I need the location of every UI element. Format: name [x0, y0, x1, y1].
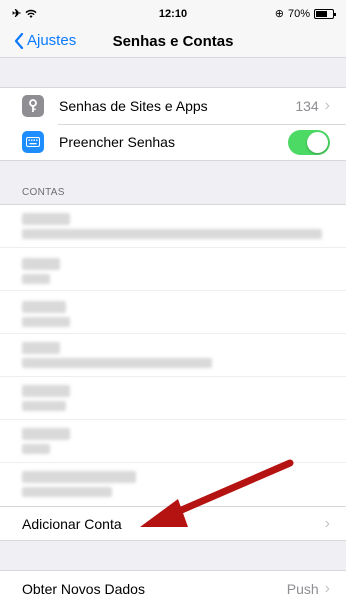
toggle-knob	[307, 131, 328, 153]
fetch-new-data-label: Obter Novos Dados	[22, 580, 145, 597]
fetch-mode-value: Push	[286, 580, 319, 597]
add-account-label: Adicionar Conta	[22, 515, 122, 532]
autofill-passwords-row: Preencher Senhas	[0, 124, 346, 160]
passwords-group: Senhas de Sites e Apps 134 › Preencher S…	[0, 87, 346, 161]
account-item[interactable]	[0, 334, 346, 377]
sites-apps-passwords-row[interactable]: Senhas de Sites e Apps 134 ›	[0, 88, 346, 124]
account-item[interactable]	[0, 205, 346, 248]
sites-apps-label: Senhas de Sites e Apps	[59, 98, 208, 114]
key-icon	[22, 95, 44, 117]
keyboard-icon	[22, 131, 44, 153]
account-item[interactable]	[0, 377, 346, 420]
passwords-count: 134	[295, 98, 319, 114]
autofill-toggle[interactable]	[288, 129, 330, 155]
account-item[interactable]	[0, 420, 346, 463]
chevron-right-icon: ›	[324, 97, 330, 114]
alarm-icon: ⊕	[274, 8, 284, 20]
account-item[interactable]	[0, 463, 346, 506]
fetch-new-data-row[interactable]: Obter Novos Dados Push ›	[0, 570, 346, 606]
status-bar: ✈ 12:10 ⊕ 70%	[0, 0, 346, 26]
accounts-section-header: CONTAS	[22, 187, 65, 198]
chevron-right-icon: ›	[324, 514, 330, 532]
nav-bar: Ajustes Senhas e Contas	[0, 26, 346, 58]
chevron-right-icon: ›	[324, 579, 330, 597]
autofill-label: Preencher Senhas	[59, 134, 175, 150]
add-account-row[interactable]: Adicionar Conta ›	[0, 507, 346, 541]
battery-percent: 70%	[287, 7, 310, 20]
page-title: Senhas e Contas	[112, 33, 234, 50]
account-item[interactable]	[0, 291, 346, 334]
battery-icon	[314, 8, 336, 19]
account-item[interactable]	[0, 248, 346, 291]
accounts-list	[0, 204, 346, 507]
status-right: ⊕ 70%	[274, 7, 336, 20]
